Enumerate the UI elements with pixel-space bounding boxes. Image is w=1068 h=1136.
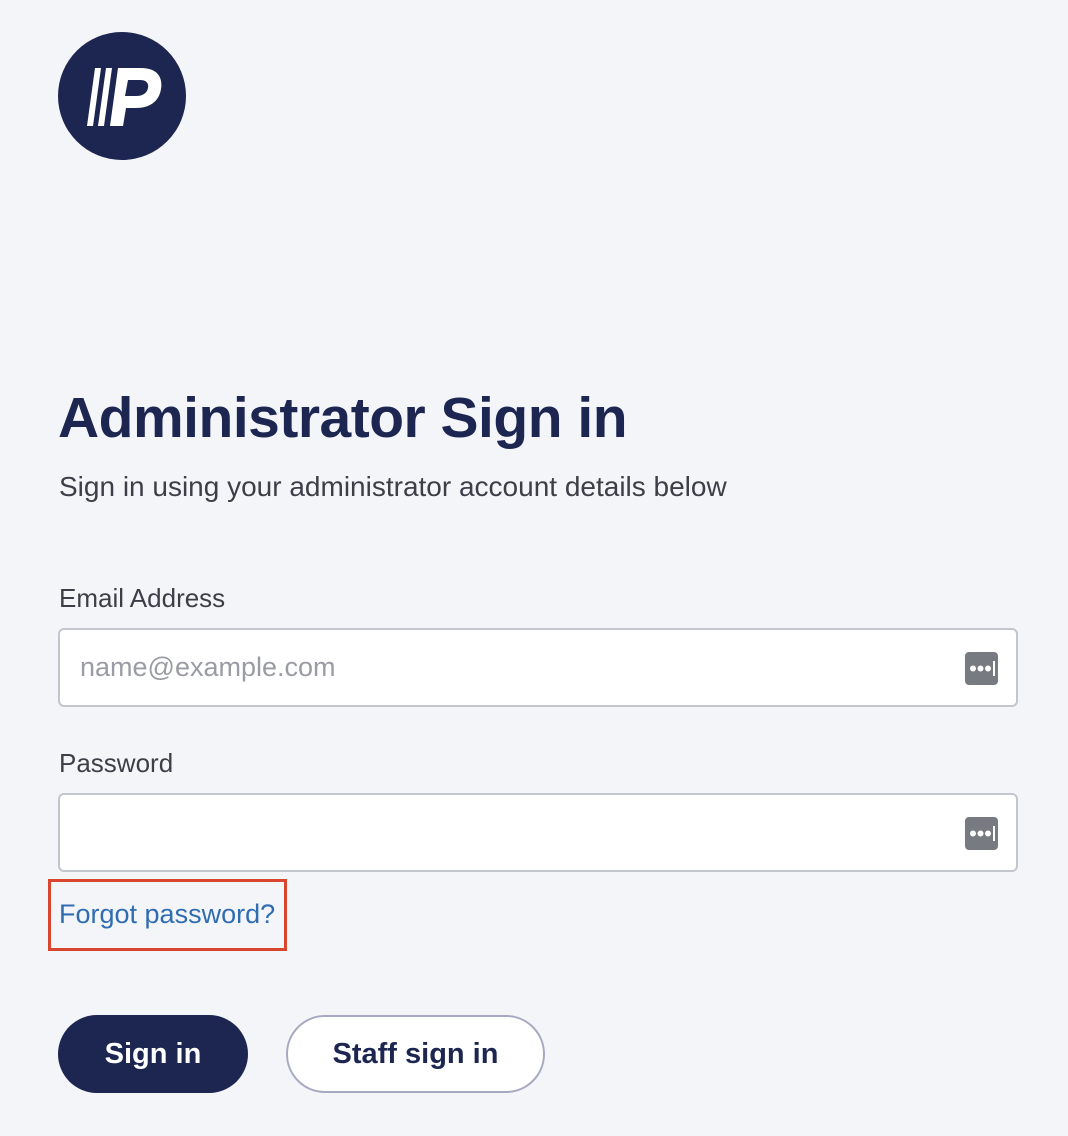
password-manager-icon[interactable] <box>965 817 998 850</box>
email-field[interactable] <box>60 630 940 705</box>
page-title: Administrator Sign in <box>58 386 628 450</box>
staff-sign-in-button[interactable]: Staff sign in <box>286 1015 545 1093</box>
brand-logo <box>58 32 186 160</box>
password-manager-icon[interactable] <box>965 652 998 685</box>
logo-mark-icon <box>87 68 162 126</box>
forgot-password-link[interactable]: Forgot password? <box>59 897 275 931</box>
email-label: Email Address <box>59 583 226 613</box>
email-field-container <box>58 628 1018 707</box>
password-field-container <box>58 793 1018 872</box>
password-label: Password <box>59 748 174 778</box>
forgot-password-highlight: Forgot password? <box>48 879 287 951</box>
password-field[interactable] <box>60 795 940 870</box>
page-subtitle: Sign in using your administrator account… <box>59 471 727 502</box>
sign-in-button[interactable]: Sign in <box>58 1015 248 1093</box>
